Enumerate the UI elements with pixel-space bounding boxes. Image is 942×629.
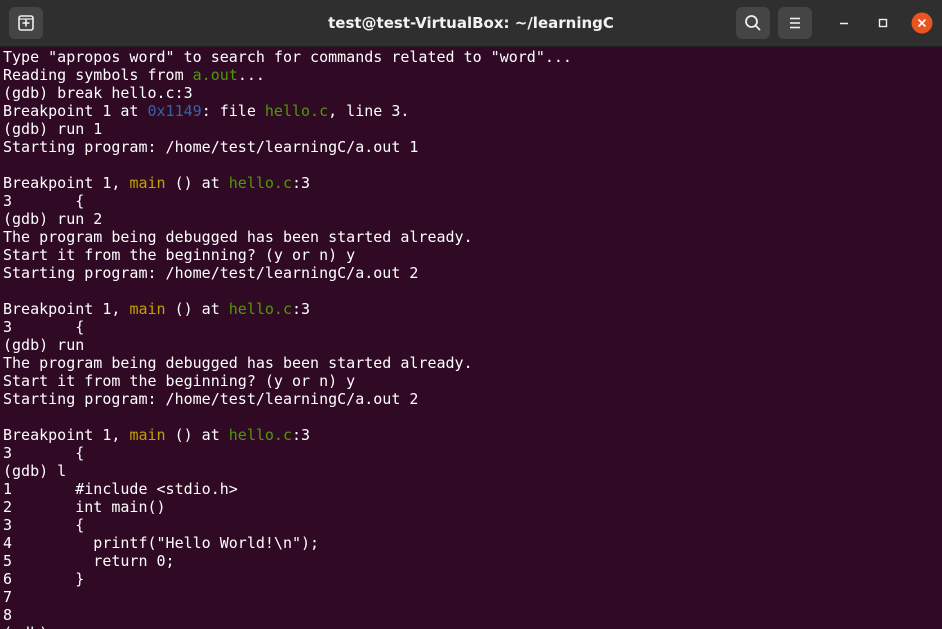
terminal-text: Type "apropos word" to search for comman… xyxy=(3,48,572,66)
terminal-line: 6 } xyxy=(3,570,942,588)
terminal-output[interactable]: Type "apropos word" to search for comman… xyxy=(3,48,942,629)
terminal-line: Starting program: /home/test/learningC/a… xyxy=(3,264,942,282)
terminal-text: Start it from the beginning? (y or n) y xyxy=(3,246,356,264)
maximize-button[interactable] xyxy=(872,12,894,34)
terminal-text: () at xyxy=(165,426,229,444)
terminal-line: The program being debugged has been star… xyxy=(3,354,942,372)
terminal-text: main xyxy=(129,300,166,318)
terminal-text: 2 int main() xyxy=(3,498,166,516)
terminal-text: 3 { xyxy=(3,318,85,336)
terminal-line: 8 xyxy=(3,606,942,624)
terminal-text: Breakpoint 1, xyxy=(3,174,130,192)
terminal-text: 7 xyxy=(3,588,13,606)
terminal-text: 0x1149 xyxy=(147,102,202,120)
terminal-line: Breakpoint 1, main () at hello.c:3 xyxy=(3,300,942,318)
close-icon xyxy=(911,12,933,34)
terminal-text: Start it from the beginning? (y or n) y xyxy=(3,372,356,390)
terminal-line: 5 return 0; xyxy=(3,552,942,570)
terminal-text: :3 xyxy=(292,174,311,192)
terminal-text: :3 xyxy=(292,426,311,444)
terminal-text: : file xyxy=(201,102,265,120)
terminal-text: 8 xyxy=(3,606,13,624)
terminal-line: Type "apropos word" to search for comman… xyxy=(3,48,942,66)
terminal-text: hello.c xyxy=(228,174,292,192)
terminal-text: Starting program: /home/test/learningC/a… xyxy=(3,390,419,408)
hamburger-menu-icon xyxy=(790,17,800,29)
terminal-text: (gdb) run 1 xyxy=(3,120,103,138)
terminal-text: 3 { xyxy=(3,444,85,462)
terminal-text: hello.c xyxy=(264,102,329,120)
terminal-text: main xyxy=(129,174,166,192)
maximize-icon xyxy=(878,18,888,28)
terminal-line: 3 { xyxy=(3,318,942,336)
terminal-line: (gdb) break hello.c:3 xyxy=(3,84,942,102)
terminal-line: Starting program: /home/test/learningC/a… xyxy=(3,138,942,156)
terminal-line: 3 { xyxy=(3,516,942,534)
terminal-line: The program being debugged has been star… xyxy=(3,228,942,246)
terminal-text: (gdb) xyxy=(3,624,57,629)
terminal-text: (gdb) run xyxy=(3,336,85,354)
terminal-line: (gdb) l xyxy=(3,462,942,480)
terminal-text: , line 3. xyxy=(328,102,410,120)
terminal-text: 1 #include <stdio.h> xyxy=(3,480,238,498)
terminal-line: 3 { xyxy=(3,444,942,462)
terminal-text: 5 return 0; xyxy=(3,552,175,570)
terminal-line: Start it from the beginning? (y or n) y xyxy=(3,372,942,390)
terminal-text: () at xyxy=(165,174,229,192)
terminal-line: (gdb) xyxy=(3,624,942,629)
terminal-text: (gdb) l xyxy=(3,462,67,480)
close-button[interactable] xyxy=(911,12,933,34)
terminal-text: hello.c xyxy=(228,300,292,318)
terminal-text: (gdb) break hello.c:3 xyxy=(3,84,193,102)
terminal-text: 6 } xyxy=(3,570,85,588)
terminal-line: 2 int main() xyxy=(3,498,942,516)
title-bar: test@test-VirtualBox: ~/learningC xyxy=(0,0,942,47)
terminal-line: Starting program: /home/test/learningC/a… xyxy=(3,390,942,408)
menu-button[interactable] xyxy=(778,7,812,39)
terminal-text: Reading symbols from xyxy=(3,66,193,84)
terminal-line: Breakpoint 1, main () at hello.c:3 xyxy=(3,174,942,192)
terminal-line: (gdb) run 1 xyxy=(3,120,942,138)
minimize-button[interactable] xyxy=(833,12,855,34)
terminal-line: 4 printf("Hello World!\n"); xyxy=(3,534,942,552)
terminal-text: 3 { xyxy=(3,192,85,210)
terminal-text: ... xyxy=(237,66,265,84)
terminal-line: 1 #include <stdio.h> xyxy=(3,480,942,498)
terminal-text: Starting program: /home/test/learningC/a… xyxy=(3,138,419,156)
search-button[interactable] xyxy=(736,7,770,39)
terminal-text: hello.c xyxy=(228,426,292,444)
terminal-line: Breakpoint 1 at 0x1149: file hello.c, li… xyxy=(3,102,942,120)
terminal-text: Breakpoint 1, xyxy=(3,300,130,318)
terminal-line: 7 xyxy=(3,588,942,606)
new-tab-button[interactable] xyxy=(9,7,43,39)
terminal-line: 3 { xyxy=(3,192,942,210)
terminal-text: The program being debugged has been star… xyxy=(3,228,473,246)
terminal-line: Start it from the beginning? (y or n) y xyxy=(3,246,942,264)
terminal-text: main xyxy=(129,426,166,444)
terminal-line: (gdb) run 2 xyxy=(3,210,942,228)
terminal-text: (gdb) run 2 xyxy=(3,210,103,228)
terminal-text: () at xyxy=(165,300,229,318)
new-tab-icon xyxy=(18,15,34,31)
terminal-text: The program being debugged has been star… xyxy=(3,354,473,372)
terminal-line: Breakpoint 1, main () at hello.c:3 xyxy=(3,426,942,444)
minimize-icon xyxy=(840,22,848,25)
terminal-text: :3 xyxy=(292,300,311,318)
terminal-window: test@test-VirtualBox: ~/learningC Type "… xyxy=(0,0,942,629)
terminal-line: Reading symbols from a.out... xyxy=(3,66,942,84)
terminal-text: 4 printf("Hello World!\n"); xyxy=(3,534,320,552)
terminal-text: a.out xyxy=(192,66,238,84)
terminal-text: 3 { xyxy=(3,516,85,534)
search-icon xyxy=(745,15,761,31)
terminal-text: Breakpoint 1 at xyxy=(3,102,148,120)
terminal-text: Breakpoint 1, xyxy=(3,426,130,444)
terminal-text: Starting program: /home/test/learningC/a… xyxy=(3,264,419,282)
terminal-line: (gdb) run xyxy=(3,336,942,354)
